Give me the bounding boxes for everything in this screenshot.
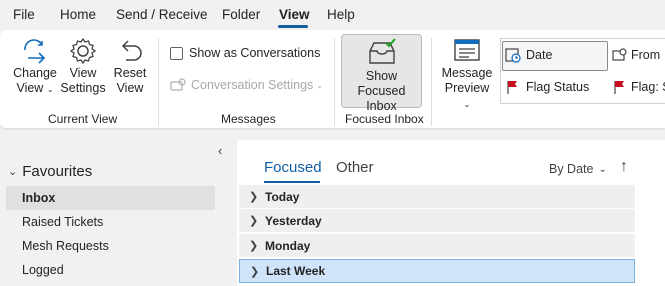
group-header-yesterday[interactable]: ❯ Yesterday (239, 209, 635, 233)
arrange-flag-status-label: Flag Status (526, 80, 590, 94)
ribbon: Change View ⌄ View Settings Reset View C… (0, 30, 665, 128)
conversation-settings-label: Conversation Settings (191, 78, 314, 92)
menu-send-receive[interactable]: Send / Receive (116, 7, 208, 22)
favourites-header[interactable]: ⌄ Favourites (8, 163, 92, 180)
folder-raised-tickets[interactable]: Raised Tickets (6, 210, 215, 234)
tab-other[interactable]: Other (336, 159, 374, 176)
menu-view[interactable]: View (279, 7, 310, 22)
focused-inbox-label-1: Show Focused (357, 69, 406, 98)
group-header-today[interactable]: ❯ Today (239, 185, 635, 209)
menu-bar: File Home Send / Receive Folder View Hel… (0, 0, 665, 30)
menu-folder[interactable]: Folder (222, 7, 260, 22)
focused-inbox-group-label: Focused Inbox (345, 112, 424, 126)
arrange-by-flag-start[interactable]: Flag: S (612, 79, 665, 95)
chevron-down-icon: ⌄ (8, 166, 18, 178)
calendar-clock-icon (505, 48, 521, 63)
current-view-group-label: Current View (48, 112, 118, 126)
chevron-down-icon: ⌄ (46, 85, 54, 94)
chevron-down-icon: ⌄ (598, 163, 607, 175)
red-flag-icon (614, 81, 624, 94)
reset-view-label-1: Reset (113, 66, 147, 80)
message-list: Focused Other By Date ⌄ ↑ ❯ Today ❯ Yest… (237, 140, 665, 286)
change-view-button[interactable]: Change View ⌄ (12, 36, 58, 97)
message-preview-button[interactable]: Message Preview ⌄ (440, 36, 494, 112)
active-tab-indicator (278, 25, 308, 28)
view-settings-label-1: View (69, 66, 97, 80)
chevron-down-icon: ⌄ (316, 80, 323, 90)
view-settings-label-2: Settings (60, 81, 106, 95)
chevron-right-icon: ❯ (250, 265, 260, 278)
outlook-window: File Home Send / Receive Folder View Hel… (0, 0, 665, 286)
undo-icon (121, 40, 142, 61)
change-view-label-2: View (16, 81, 44, 95)
conversation-settings-icon (170, 78, 186, 91)
reset-view-label-2: View (116, 81, 144, 95)
sort-by-dropdown[interactable]: By Date ⌄ (549, 162, 607, 176)
view-settings-button[interactable]: View Settings (60, 36, 106, 96)
group-divider (431, 38, 432, 126)
person-mail-icon (612, 48, 627, 61)
folder-mesh-requests[interactable]: Mesh Requests (6, 234, 215, 258)
checkbox-box[interactable] (170, 46, 183, 60)
arrange-by-from[interactable]: From (612, 47, 660, 63)
group-label: Monday (265, 238, 311, 253)
group-label: Yesterday (265, 213, 322, 228)
group-divider (334, 38, 335, 126)
focused-tab-indicator (264, 181, 320, 183)
chevron-right-icon: ❯ (249, 240, 259, 252)
chevron-right-icon: ❯ (249, 191, 259, 203)
gear-icon (69, 37, 97, 65)
inbox-check-icon (368, 38, 396, 64)
change-view-label-1: Change (13, 66, 57, 80)
menu-file[interactable]: File (13, 7, 35, 22)
change-view-icon (24, 39, 46, 64)
arrange-from-label: From (631, 48, 661, 62)
group-divider (158, 38, 159, 126)
messages-group-label: Messages (221, 112, 276, 126)
group-header-monday[interactable]: ❯ Monday (239, 234, 635, 258)
conversation-settings-button[interactable]: Conversation Settings ⌄ (170, 78, 323, 92)
group-header-last-week[interactable]: ❯ Last Week (239, 259, 635, 283)
chevron-down-icon: ⌄ (463, 100, 471, 109)
reset-view-button[interactable]: Reset View (108, 36, 152, 96)
collapse-pane-icon[interactable]: ‹ (218, 143, 222, 158)
sort-by-label: By Date (549, 162, 594, 176)
show-focused-inbox-button[interactable]: Show Focused Inbox (341, 34, 422, 113)
tab-focused[interactable]: Focused (264, 159, 322, 176)
menu-home[interactable]: Home (60, 7, 96, 22)
group-label: Last Week (266, 264, 326, 278)
arrange-flag-start-label: Flag: S (631, 80, 665, 94)
arrange-by-flag-status[interactable]: Flag Status (505, 79, 589, 95)
favourites-label: Favourites (22, 163, 93, 180)
show-as-conversations-label: Show as Conversations (189, 46, 321, 60)
arrange-date-label: Date (526, 48, 553, 62)
message-preview-label-1: Message (441, 66, 493, 80)
message-preview-icon (454, 39, 480, 61)
message-preview-label-2: Preview (444, 81, 490, 95)
red-flag-icon (507, 81, 517, 94)
chevron-right-icon: ❯ (249, 215, 259, 227)
folder-logged[interactable]: Logged (6, 258, 215, 282)
arrange-by-date[interactable]: Date (505, 47, 552, 63)
sort-direction-icon[interactable]: ↑ (620, 158, 628, 176)
menu-help[interactable]: Help (327, 7, 355, 22)
show-as-conversations-checkbox[interactable]: Show as Conversations (170, 46, 320, 60)
folder-pane: ‹ ⌄ Favourites Inbox Raised Tickets Mesh… (0, 131, 236, 286)
folder-inbox[interactable]: Inbox (6, 186, 215, 210)
group-label: Today (265, 189, 300, 204)
